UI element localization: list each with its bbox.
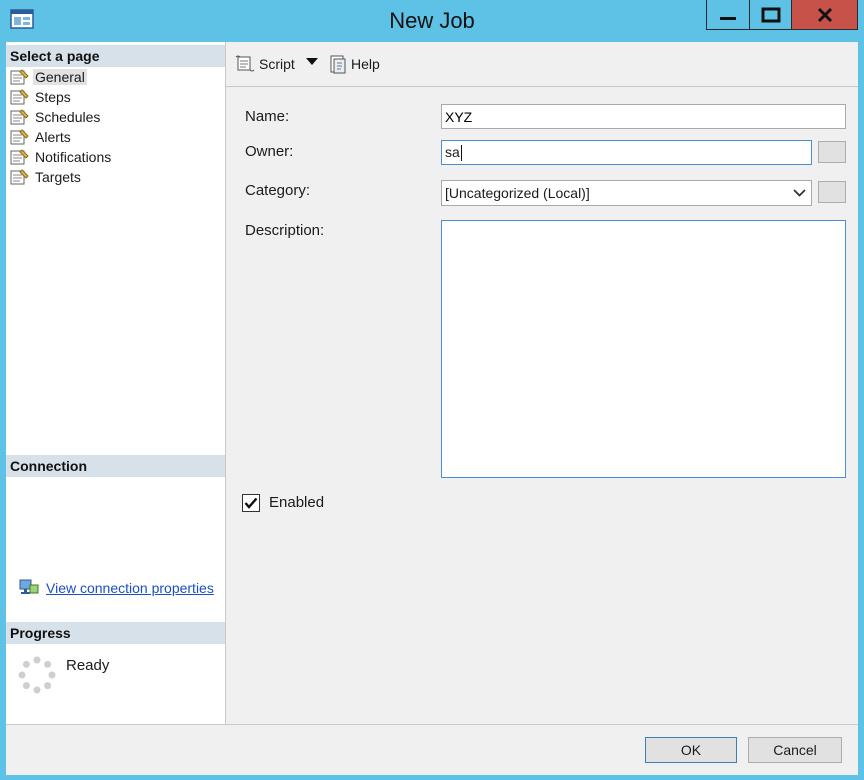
cancel-button[interactable]: Cancel: [748, 737, 842, 763]
page-item-label: Steps: [35, 89, 71, 105]
page-item-general[interactable]: General: [10, 67, 113, 87]
help-label: Help: [351, 56, 380, 72]
page-wrench-icon: [10, 169, 29, 185]
footer-separator: [6, 724, 858, 725]
text-caret: [460, 145, 462, 162]
page-wrench-icon: [10, 69, 29, 85]
progress-status: Ready: [66, 657, 110, 674]
title-bar: New Job: [0, 0, 864, 42]
enabled-label: Enabled: [269, 494, 325, 511]
category-select[interactable]: [Uncategorized (Local)]: [441, 180, 812, 206]
close-button[interactable]: [792, 0, 858, 30]
page-item-label: General: [33, 69, 87, 85]
owner-input[interactable]: sa: [441, 140, 812, 165]
minimize-button[interactable]: [706, 0, 750, 30]
script-icon: [235, 55, 255, 72]
maximize-icon: [761, 7, 780, 22]
category-label: Category:: [245, 182, 311, 199]
left-pane: Select a page General Steps Schedules Alert…: [6, 42, 226, 724]
page-wrench-icon: [10, 89, 29, 105]
toolbar: Script Help: [226, 42, 858, 87]
name-input[interactable]: [441, 104, 846, 129]
script-dropdown-button[interactable]: [306, 58, 318, 66]
page-item-steps[interactable]: Steps: [10, 87, 113, 107]
page-wrench-icon: [10, 149, 29, 165]
name-label: Name:: [245, 108, 290, 125]
page-item-targets[interactable]: Targets: [10, 167, 113, 187]
page-item-label: Notifications: [35, 149, 112, 165]
progress-header: Progress: [6, 622, 225, 644]
owner-value: sa: [445, 144, 460, 160]
help-button[interactable]: Help: [328, 54, 380, 74]
owner-label: Owner:: [245, 143, 294, 160]
dropdown-arrow-icon: [306, 58, 318, 65]
page-wrench-icon: [10, 109, 29, 125]
close-icon: [817, 7, 832, 22]
page-item-alerts[interactable]: Alerts: [10, 127, 113, 147]
connection-icon: [19, 579, 39, 594]
help-icon: [330, 55, 346, 74]
description-textarea[interactable]: [441, 220, 846, 478]
checkmark-icon: [244, 497, 258, 509]
dialog-client-area: Select a page General Steps Schedules Alert…: [6, 42, 858, 775]
page-item-label: Alerts: [35, 129, 71, 145]
page-item-label: Targets: [35, 169, 81, 185]
ok-button[interactable]: OK: [645, 737, 737, 763]
progress-spinner-icon: [18, 656, 56, 694]
owner-browse-button[interactable]: [818, 141, 846, 163]
maximize-button[interactable]: [750, 0, 792, 30]
description-label: Description:: [245, 222, 325, 239]
page-list: General Steps Schedules Alerts Notifications…: [10, 67, 113, 187]
select-page-header: Select a page: [6, 45, 225, 67]
view-connection-properties-link[interactable]: View connection properties: [46, 579, 216, 598]
enabled-checkbox[interactable]: [242, 494, 260, 512]
chevron-down-icon: [793, 189, 806, 197]
page-wrench-icon: [10, 129, 29, 145]
category-browse-button[interactable]: [818, 181, 846, 203]
connection-header: Connection: [6, 455, 225, 477]
page-item-notifications[interactable]: Notifications: [10, 147, 113, 167]
page-item-label: Schedules: [35, 109, 101, 125]
category-value: [Uncategorized (Local)]: [445, 185, 590, 201]
script-button[interactable]: Script: [234, 54, 295, 74]
page-item-schedules[interactable]: Schedules: [10, 107, 113, 127]
minimize-icon: [720, 16, 736, 20]
script-label: Script: [259, 56, 295, 72]
